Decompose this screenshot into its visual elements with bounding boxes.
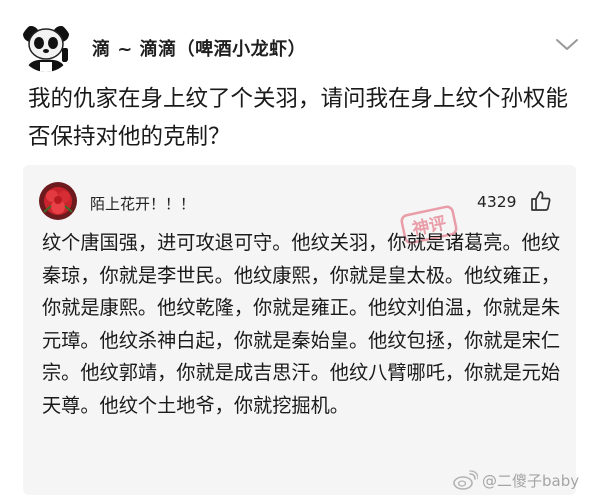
red-flower-avatar-icon bbox=[39, 182, 77, 220]
commenter-name[interactable]: 陌上花开！！！ bbox=[90, 193, 195, 214]
comment-text: 纹个唐国强，进可攻退可守。他纹关羽，你就是诸葛亮。他纹秦琼，你就是李世民。他纹康… bbox=[42, 231, 561, 417]
comment-card: 陌上花开！！！ 神评 4329 纹个唐国强，进可攻退可守。他纹关羽，你就是诸葛亮… bbox=[23, 165, 576, 495]
weibo-logo-icon bbox=[453, 470, 478, 490]
question-text: 我的仇家在身上纹了个关羽，请问我在身上纹个孙权能否保持对他的克制？ bbox=[28, 86, 569, 150]
chevron-down-icon[interactable] bbox=[553, 36, 581, 54]
author-avatar[interactable] bbox=[20, 20, 72, 72]
panda-meme-avatar-icon bbox=[20, 20, 72, 72]
thumbs-up-icon[interactable] bbox=[530, 190, 552, 212]
like-count: 4329 bbox=[477, 193, 517, 211]
author-name[interactable]: 滴 ~ 滴滴（啤酒小龙虾） bbox=[92, 35, 306, 61]
watermark-text: @二傻子baby bbox=[482, 472, 580, 490]
commenter-avatar[interactable] bbox=[39, 182, 77, 220]
post-header: 滴 ~ 滴滴（啤酒小龙虾） bbox=[0, 0, 600, 80]
